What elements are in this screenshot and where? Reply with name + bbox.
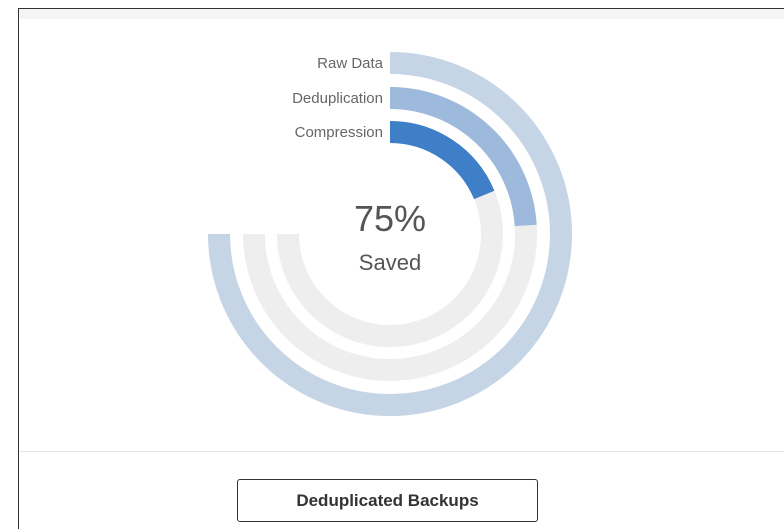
compression-ring-label: Compression	[295, 124, 383, 141]
deduplicated-backups-button[interactable]: Deduplicated Backups	[237, 479, 538, 522]
center-caption: Saved	[359, 250, 421, 275]
radial-savings-chart: Raw Data Deduplication Compression 75% Sav…	[208, 52, 572, 416]
center-percent: 75%	[354, 198, 426, 239]
raw-data-ring-label: Raw Data	[317, 55, 384, 72]
deduplication-ring-label: Deduplication	[292, 90, 383, 107]
compression-ring-arc	[389, 121, 495, 200]
